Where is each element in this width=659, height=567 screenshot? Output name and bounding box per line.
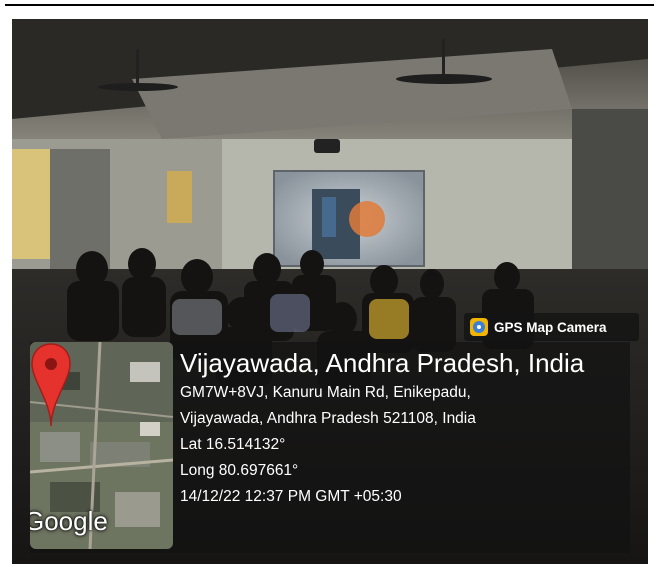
badge-label: GPS Map Camera	[494, 319, 607, 335]
map-pin-icon	[31, 343, 71, 427]
longitude: Long 80.697661°	[180, 462, 299, 479]
address-line-1: GM7W+8VJ, Kanuru Main Rd, Enikepadu,	[180, 384, 471, 401]
location-info-panel: Google Vijayawada, Andhra Pradesh, India…	[30, 342, 630, 553]
gps-map-camera-icon	[470, 318, 488, 336]
latitude: Lat 16.514132°	[180, 436, 286, 453]
gps-map-camera-badge: GPS Map Camera	[464, 313, 639, 341]
address-line-2: Vijayawada, Andhra Pradesh 521108, India	[180, 410, 476, 427]
map-thumbnail: Google	[30, 342, 173, 549]
classroom-photo: GPS Map Camera Google Vijayawada, Andhra…	[12, 19, 648, 564]
location-text: Vijayawada, Andhra Pradesh, India GM7W+8…	[180, 346, 628, 510]
top-border-rule	[5, 4, 654, 6]
location-title: Vijayawada, Andhra Pradesh, India	[180, 348, 585, 378]
timestamp: 14/12/22 12:37 PM GMT +05:30	[180, 488, 402, 505]
google-logo: Google	[30, 506, 108, 536]
